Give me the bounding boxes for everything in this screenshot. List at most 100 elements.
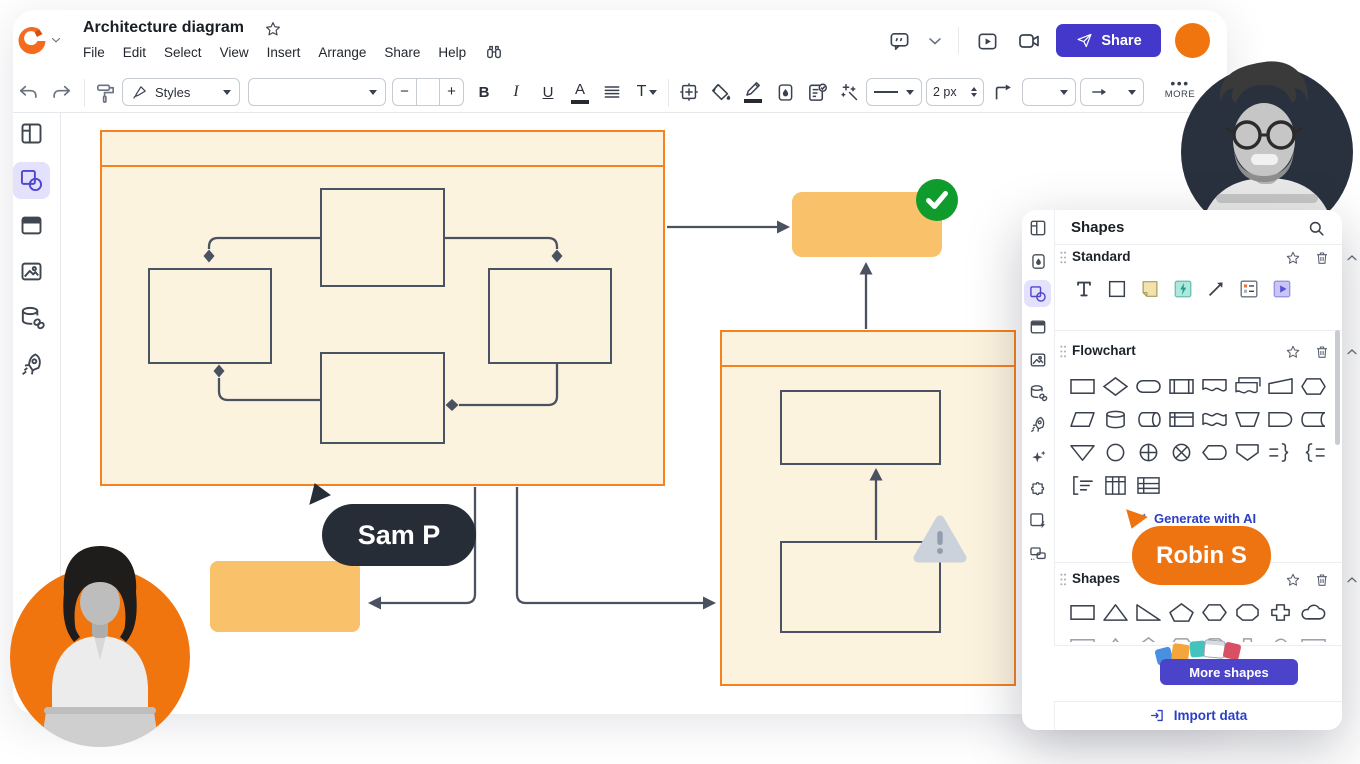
rail-ai-icon[interactable] xyxy=(1026,445,1050,469)
text-color-button[interactable]: A xyxy=(567,79,593,105)
shape-or[interactable] xyxy=(1133,440,1164,464)
sidebar-item-marketplace[interactable] xyxy=(18,351,46,379)
line-width-stepper[interactable]: 2 px xyxy=(926,78,984,106)
drag-handle-icon[interactable] xyxy=(1059,572,1067,587)
stepper-arrows-icon[interactable] xyxy=(971,87,977,97)
rail-data-icon[interactable] xyxy=(1026,381,1050,405)
shape-smart-action[interactable] xyxy=(1170,276,1195,301)
diagram-box-bottom[interactable] xyxy=(320,352,445,444)
diagram-box-right[interactable] xyxy=(488,268,612,364)
font-size-plus[interactable]: + xyxy=(439,79,463,105)
logo-chevron-down-icon[interactable] xyxy=(48,32,64,48)
arrowhead-dropdown[interactable] xyxy=(1080,78,1144,106)
shape-terminator[interactable] xyxy=(1133,374,1164,398)
magic-wand-button[interactable] xyxy=(836,79,862,105)
shape-merge[interactable] xyxy=(1067,440,1098,464)
favorite-star-icon[interactable] xyxy=(1284,249,1301,266)
shape-right-triangle[interactable] xyxy=(1133,600,1164,624)
favorite-star-icon[interactable] xyxy=(263,19,283,39)
sidebar-item-data[interactable] xyxy=(18,304,47,333)
italic-button[interactable]: I xyxy=(503,79,529,105)
menu-view[interactable]: View xyxy=(220,45,249,60)
styles-dropdown[interactable]: Styles xyxy=(122,78,240,106)
page-title[interactable]: Architecture diagram xyxy=(83,19,244,37)
shape-text[interactable] xyxy=(1071,276,1096,301)
more-shapes-button[interactable]: More shapes xyxy=(1160,659,1298,685)
diagram-box-left[interactable] xyxy=(148,268,272,364)
trash-icon[interactable] xyxy=(1313,571,1330,588)
rail-templates-icon[interactable] xyxy=(1026,216,1050,240)
menu-help[interactable]: Help xyxy=(438,45,466,60)
format-painter-button[interactable] xyxy=(92,80,118,106)
logo[interactable] xyxy=(16,24,48,56)
collapse-chevron-icon[interactable] xyxy=(1343,571,1360,588)
shadow-button[interactable] xyxy=(772,79,798,105)
rail-shapes-icon[interactable] xyxy=(1026,282,1050,306)
shape-connector[interactable] xyxy=(1100,440,1131,464)
panel-scrollbar[interactable] xyxy=(1335,330,1340,445)
shape-document[interactable] xyxy=(1199,374,1230,398)
shape-pentagon[interactable] xyxy=(1166,600,1197,624)
shape-row-table[interactable] xyxy=(1133,473,1164,497)
shape-direct-access-storage[interactable] xyxy=(1133,407,1164,431)
shape-brace-right[interactable] xyxy=(1265,440,1296,464)
rail-collaborate-icon[interactable] xyxy=(1026,541,1050,565)
undo-button[interactable] xyxy=(16,80,42,106)
shape-predefined-process[interactable] xyxy=(1166,374,1197,398)
line-color-button[interactable] xyxy=(740,78,766,106)
shape-summing-junction[interactable] xyxy=(1166,440,1197,464)
shape-delay[interactable] xyxy=(1265,407,1296,431)
diagram-box-top[interactable] xyxy=(320,188,445,287)
menu-insert[interactable]: Insert xyxy=(267,45,301,60)
rail-images-icon[interactable] xyxy=(1026,348,1050,372)
shape-hexagon[interactable] xyxy=(1199,600,1230,624)
shape-off-page[interactable] xyxy=(1232,440,1263,464)
sidebar-item-frames[interactable] xyxy=(18,212,45,239)
font-size-stepper[interactable]: − + xyxy=(392,78,464,106)
font-size-minus[interactable]: − xyxy=(393,79,417,105)
generate-ai-link[interactable]: Generate with AI xyxy=(1132,510,1256,526)
find-binoculars-icon[interactable] xyxy=(484,42,504,62)
shape-basic-rectangle[interactable] xyxy=(1067,600,1098,624)
trash-icon[interactable] xyxy=(1313,343,1330,360)
fill-color-button[interactable] xyxy=(708,79,734,105)
notes-button[interactable] xyxy=(804,79,830,105)
shape-preparation[interactable] xyxy=(1298,374,1329,398)
comment-icon[interactable] xyxy=(886,28,912,54)
shape-presentation[interactable] xyxy=(1269,276,1294,301)
connector-type-button[interactable] xyxy=(990,79,1016,105)
shape-display[interactable] xyxy=(1199,440,1230,464)
rail-frames-icon[interactable] xyxy=(1026,315,1050,339)
position-button[interactable] xyxy=(676,79,702,105)
menu-arrange[interactable]: Arrange xyxy=(318,45,366,60)
sidebar-item-templates[interactable] xyxy=(18,120,45,147)
align-button[interactable] xyxy=(599,79,625,105)
video-call-icon[interactable] xyxy=(1016,28,1042,54)
favorite-star-icon[interactable] xyxy=(1284,343,1301,360)
menu-select[interactable]: Select xyxy=(164,45,202,60)
shape-rectangle[interactable] xyxy=(1104,276,1129,301)
shape-multiple-documents[interactable] xyxy=(1232,374,1263,398)
shape-cross[interactable] xyxy=(1265,600,1296,624)
shape-process[interactable] xyxy=(1067,374,1098,398)
shape-manual-operation[interactable] xyxy=(1232,407,1263,431)
menu-file[interactable]: File xyxy=(83,45,105,60)
shape-octagon[interactable] xyxy=(1232,600,1263,624)
font-dropdown[interactable] xyxy=(248,78,386,106)
shape-column-table[interactable] xyxy=(1100,473,1131,497)
rail-integrations-icon[interactable] xyxy=(1026,477,1050,501)
drag-handle-icon[interactable] xyxy=(1059,344,1067,359)
shape-sticky-note[interactable] xyxy=(1137,276,1162,301)
line-style-dropdown[interactable] xyxy=(866,78,922,106)
diagram-box-c2-top[interactable] xyxy=(780,390,941,465)
shape-database[interactable] xyxy=(1100,407,1131,431)
menu-share[interactable]: Share xyxy=(384,45,420,60)
header-chevron-down-icon[interactable] xyxy=(924,30,946,52)
shape-paper-tape[interactable] xyxy=(1199,407,1230,431)
shape-manual-input[interactable] xyxy=(1265,374,1296,398)
shape-data[interactable] xyxy=(1067,407,1098,431)
shape-internal-storage[interactable] xyxy=(1166,407,1197,431)
shape-connector-arrow[interactable] xyxy=(1203,276,1228,301)
trash-icon[interactable] xyxy=(1313,249,1330,266)
diagram-highlight-box-left[interactable] xyxy=(210,561,360,632)
